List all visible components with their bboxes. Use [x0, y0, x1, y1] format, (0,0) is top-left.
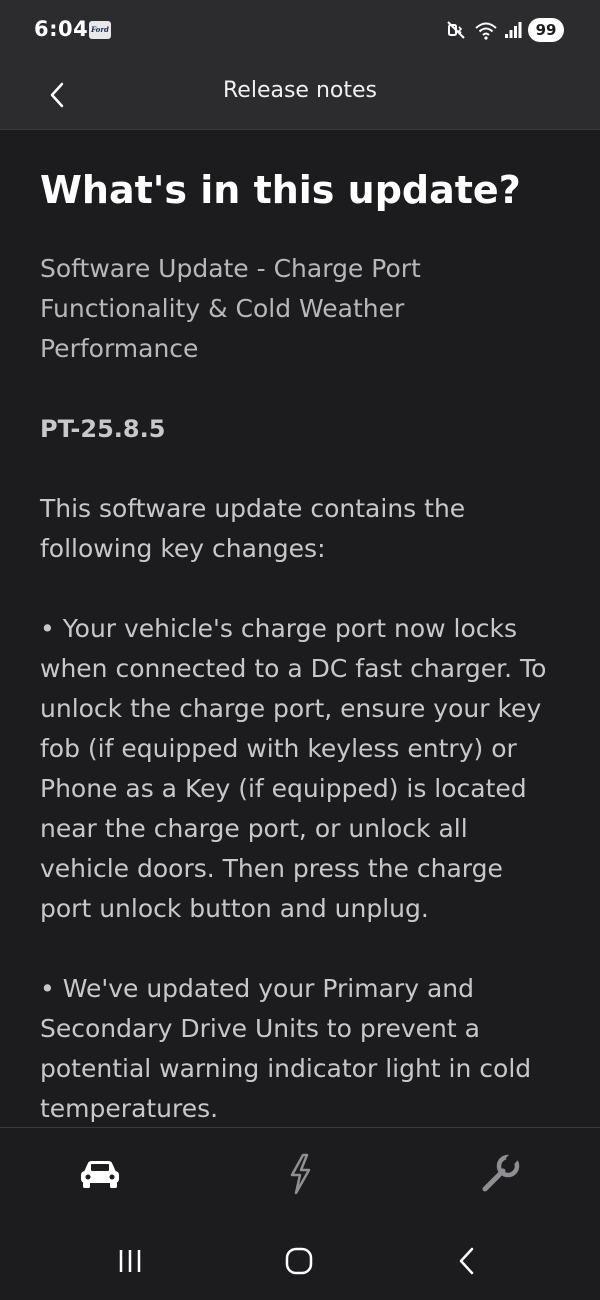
car-icon: [81, 1161, 119, 1188]
update-subtitle: Software Update - Charge Port Functional…: [40, 254, 421, 363]
nav-vehicle[interactable]: [70, 1148, 130, 1200]
change-item-charge-port: • Your vehicle's charge port now locks w…: [40, 614, 547, 923]
wifi-icon: [474, 20, 498, 40]
chevron-left-icon: [50, 82, 64, 108]
status-time: 6:04: [34, 17, 89, 41]
ford-app-icon: Ford: [89, 21, 111, 39]
battery-indicator: 99: [528, 18, 564, 42]
home-button[interactable]: [269, 1238, 329, 1284]
version-number: PT-25.8.5: [40, 415, 166, 443]
home-icon: [285, 1247, 313, 1275]
bottom-nav: [0, 1127, 600, 1220]
recents-button[interactable]: [100, 1238, 160, 1284]
system-back-button[interactable]: [437, 1238, 497, 1284]
status-icons: 99: [446, 17, 564, 43]
intro-text: This software update contains the follow…: [40, 494, 466, 563]
nav-service[interactable]: [470, 1148, 530, 1200]
header-title: Release notes: [223, 78, 377, 103]
page-title: What's in this update?: [40, 168, 521, 212]
wrench-icon: [482, 1152, 520, 1192]
back-button[interactable]: [34, 73, 80, 117]
recents-icon: [119, 1250, 141, 1272]
change-item-drive-units: • We've updated your Primary and Seconda…: [40, 974, 532, 1123]
status-bar: 6:04 Ford 99: [0, 0, 600, 60]
app-header: Release notes: [0, 60, 600, 130]
release-notes-content[interactable]: What's in this update? Software Update -…: [0, 131, 600, 1127]
charging-bolt-icon: [290, 1153, 311, 1195]
system-nav-bar: [0, 1220, 600, 1300]
nav-charging[interactable]: [270, 1148, 330, 1200]
mute-vibrate-icon: [446, 20, 468, 40]
signal-icon: [504, 21, 522, 39]
back-icon: [459, 1247, 474, 1275]
